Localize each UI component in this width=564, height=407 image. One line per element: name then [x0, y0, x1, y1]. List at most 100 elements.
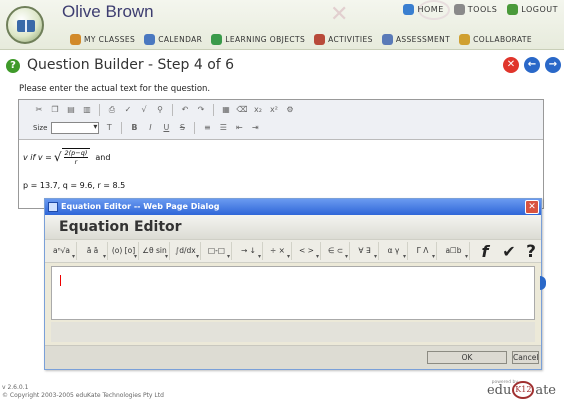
palette-arrows[interactable]: → ↓ [235, 242, 263, 266]
editor-toolbar: ✂ ❐ ▤ ▥ ⎙ ✓ √ ⚲ ↶ ↷ ▦ ⌫ x₂ x² ⚙ Size ▾ T… [19, 100, 543, 140]
equation-input-area[interactable] [51, 266, 535, 320]
nav-label: CALENDAR [158, 35, 203, 44]
logout-icon [507, 4, 519, 15]
home-link[interactable]: HOME [403, 4, 443, 15]
nav-label: MY CLASSES [84, 35, 136, 44]
instructions-text: Please enter the actual text for the que… [19, 84, 211, 94]
redo-icon[interactable]: ↷ [195, 104, 207, 116]
help-question-icon[interactable]: ? [519, 240, 543, 264]
eraser-icon[interactable]: ⌫ [236, 104, 248, 116]
user-name: Olive Brown [62, 2, 154, 21]
indent-icon[interactable]: ⇥ [249, 122, 261, 134]
palette-trig[interactable]: ∠θ sin [140, 242, 170, 266]
logout-link[interactable]: LOGOUT [507, 4, 558, 15]
palette-fractions-roots[interactable]: aⁿ√a [47, 242, 77, 266]
calendar-icon [144, 34, 156, 45]
fraction: 2(p−q) r [61, 148, 91, 166]
toolbar-separator [213, 104, 214, 116]
nav-activities[interactable]: ACTIVITIES [314, 34, 373, 45]
logout-label: LOGOUT [521, 5, 558, 14]
checkmark-icon[interactable]: ✔ [497, 240, 521, 264]
dialog-titlebar[interactable]: Equation Editor -- Web Page Dialog [45, 199, 541, 215]
fraction-numerator: 2(p−q) [63, 149, 89, 158]
strikethrough-icon[interactable]: S [176, 122, 188, 134]
undo-icon[interactable]: ↶ [179, 104, 191, 116]
palette-brackets[interactable]: (o) [o] [109, 242, 139, 266]
sqrt-expression: √ 2(p−q) r [54, 148, 91, 166]
text-color-icon[interactable]: T [103, 122, 115, 134]
special-char-icon[interactable]: ⚙ [284, 104, 296, 116]
table-icon[interactable]: ▦ [220, 104, 232, 116]
dialog-window-icon [48, 202, 58, 212]
palette-boxes[interactable]: a☐b [438, 242, 470, 266]
palette-greek-upper[interactable]: Γ Λ [409, 242, 437, 266]
subscript-icon[interactable]: x₂ [252, 104, 264, 116]
palette-matrix[interactable]: □-□ [202, 242, 232, 266]
spellcheck-icon[interactable]: ✓ [122, 104, 134, 116]
paste-icon[interactable]: ▤ [65, 104, 77, 116]
school-logo[interactable] [6, 6, 44, 44]
cut-icon[interactable]: ✂ [33, 104, 45, 116]
cancel-step-button[interactable]: ✕ [503, 57, 519, 73]
next-step-button[interactable]: → [545, 57, 561, 73]
copyright-text: © Copyright 2003-2005 eduKate Technologi… [2, 392, 164, 399]
nav-collaborate[interactable]: COLLABORATE [459, 34, 532, 45]
palette-greek-lower[interactable]: α γ [380, 242, 408, 266]
numbered-list-icon[interactable]: ≡ [201, 122, 213, 134]
next-step-button-peek [540, 276, 546, 290]
back-step-button[interactable]: ← [524, 57, 540, 73]
top-links: HOME TOOLS LOGOUT [403, 4, 558, 15]
ok-button[interactable]: OK [427, 351, 507, 364]
activities-icon [314, 34, 326, 45]
nav-assessment[interactable]: ASSESSMENT [381, 34, 451, 45]
formula-prefix: v if v = [23, 152, 52, 162]
font-size-select[interactable] [51, 122, 100, 134]
toolbar-separator [194, 122, 196, 134]
bold-icon[interactable]: B [128, 122, 140, 134]
nav-learning-objects[interactable]: LEARNING OBJECTS [211, 34, 305, 45]
copy-icon[interactable]: ❐ [49, 104, 61, 116]
superscript-icon[interactable]: x² [268, 104, 280, 116]
find-icon[interactable]: ⚲ [154, 104, 166, 116]
nav-label: ACTIVITIES [328, 35, 373, 44]
home-icon [403, 4, 415, 15]
outdent-icon[interactable]: ⇤ [233, 122, 245, 134]
print-icon[interactable]: ⎙ [106, 104, 118, 116]
equation-palette: aⁿ√a ā ā (o) [o] ∠θ sin ∫d/dx □-□ → ↓ ÷ … [45, 239, 543, 266]
toolbar-row-1: ✂ ❐ ▤ ▥ ⎙ ✓ √ ⚲ ↶ ↷ ▦ ⌫ x₂ x² ⚙ [33, 104, 296, 116]
paste-text-icon[interactable]: ▥ [81, 104, 93, 116]
dialog-window-title: Equation Editor -- Web Page Dialog [61, 202, 220, 211]
book-icon [17, 20, 35, 32]
nav-label: ASSESSMENT [395, 35, 451, 44]
fraction-denominator: r [74, 158, 78, 166]
nav-my-classes[interactable]: MY CLASSES [70, 34, 135, 45]
palette-calculus[interactable]: ∫d/dx [171, 242, 201, 266]
underline-icon[interactable]: U [160, 122, 172, 134]
assessment-icon [381, 34, 393, 45]
nav-calendar[interactable]: CALENDAR [144, 34, 202, 45]
bulleted-list-icon[interactable]: ☰ [217, 122, 229, 134]
question-line-1[interactable]: v if v = √ 2(p−q) r and [23, 148, 110, 166]
function-icon[interactable]: f [473, 240, 497, 264]
italic-icon[interactable]: I [144, 122, 156, 134]
equation-editor-heading: Equation Editor [59, 219, 182, 235]
palette-sets[interactable]: ∈ ⊂ [322, 242, 350, 266]
question-line-2[interactable]: p = 13.7, q = 9.6, r = 8.5 [23, 181, 125, 190]
palette-operators[interactable]: ÷ × [264, 242, 292, 266]
app-header: Olive Brown ✕ HOME TOOLS LOGOUT MY CLASS… [0, 0, 564, 50]
dialog-close-button[interactable]: ✕ [525, 200, 539, 214]
cancel-button[interactable]: Cancel [512, 351, 539, 364]
palette-accents[interactable]: ā ā [78, 242, 108, 266]
palette-logic[interactable]: ∀ ∃ [351, 242, 379, 266]
formula-suffix: and [95, 152, 111, 162]
wrench-icon [453, 4, 465, 15]
tools-link[interactable]: TOOLS [453, 4, 498, 15]
page: Olive Brown ✕ HOME TOOLS LOGOUT MY CLASS… [0, 0, 564, 407]
edukate-logo[interactable]: edu K12 ate [487, 381, 556, 399]
equation-icon[interactable]: √ [138, 104, 150, 116]
page-title: Question Builder - Step 4 of 6 [27, 57, 235, 73]
learning-objects-icon [211, 34, 223, 45]
classes-icon [70, 34, 81, 45]
help-icon[interactable]: ? [6, 59, 20, 73]
palette-relations[interactable]: < > [293, 242, 321, 266]
